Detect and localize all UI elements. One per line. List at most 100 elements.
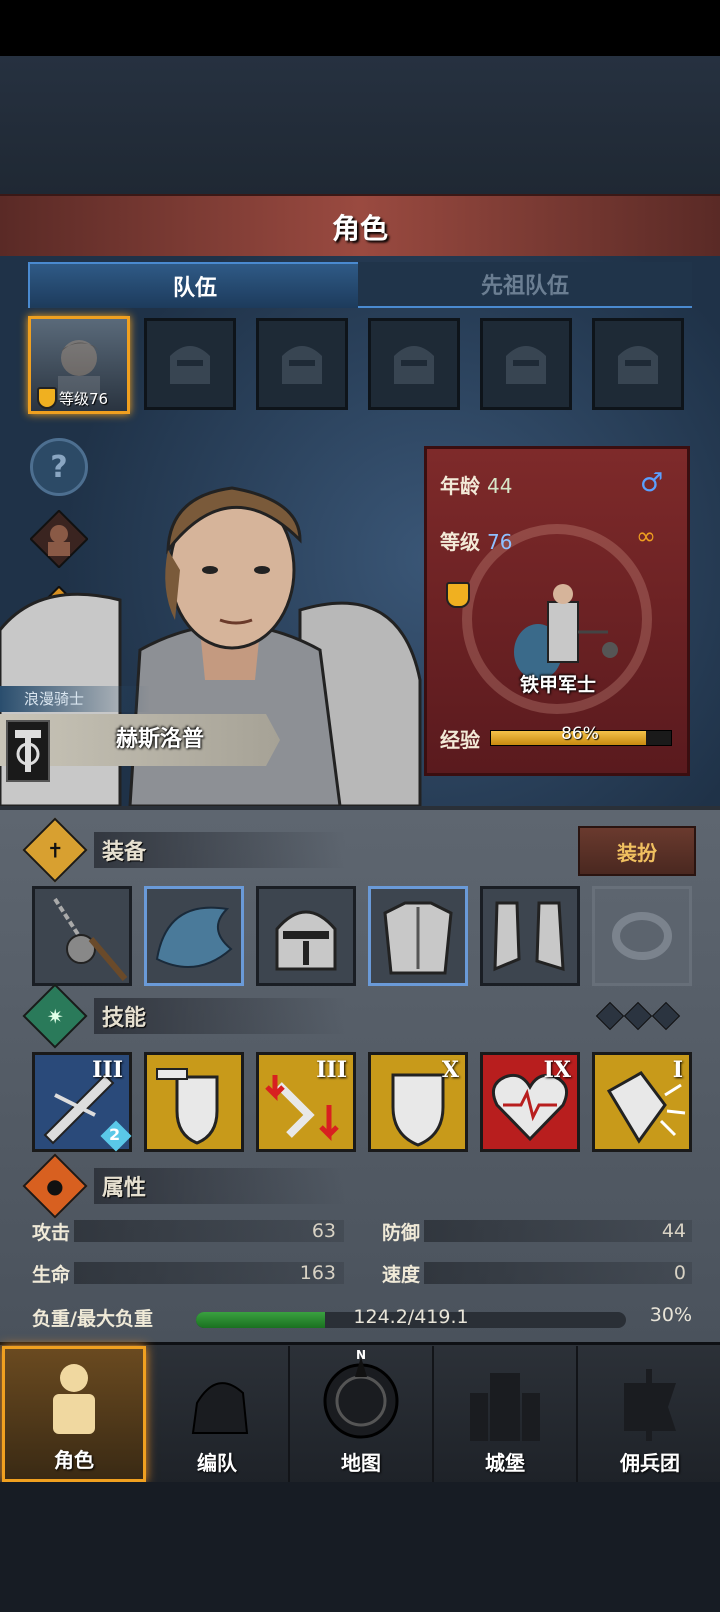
load-text: 124.2/419.1 — [353, 1306, 469, 1328]
equip-slot-plume[interactable] — [144, 886, 244, 986]
skill-5[interactable]: IX — [480, 1052, 580, 1152]
hero-level-badge: 等级76 — [37, 387, 108, 409]
skill-badge-count: 2 — [109, 1125, 121, 1144]
skills-header: ✷ 技能 — [22, 983, 692, 1049]
skill-rank: IX — [543, 1057, 571, 1083]
team-slot-empty[interactable] — [144, 318, 236, 410]
skill-rank: I — [672, 1057, 683, 1083]
nav-character[interactable]: 角色 — [2, 1346, 146, 1482]
exp-text: 86% — [561, 724, 599, 744]
knight-icon — [53, 1364, 95, 1434]
flail-icon — [53, 897, 128, 981]
defense-value: 44 — [661, 1220, 686, 1242]
equip-slot-boots[interactable] — [480, 886, 580, 986]
load-label: 负重/最大负重 — [32, 1307, 153, 1330]
male-icon: ♂ — [640, 468, 664, 498]
equip-slot-helmet[interactable] — [256, 886, 356, 986]
diamond-icon — [595, 1001, 625, 1031]
skills-title: 技能 — [94, 998, 347, 1034]
diamond-icon — [623, 1001, 653, 1031]
level-row: 等级 76 — [440, 526, 512, 555]
tab-team[interactable]: 队伍 — [28, 262, 362, 308]
ring-icon[interactable]: ∞ — [636, 522, 656, 550]
nav-formation-label: 编队 — [197, 1451, 237, 1475]
helmet-placeholder-icon — [506, 346, 546, 384]
castle-icon — [470, 1373, 540, 1441]
age-value: 44 — [486, 474, 513, 498]
level-label: 等级 — [440, 530, 480, 554]
defense-label: 防御 — [382, 1221, 421, 1244]
team-slot-empty[interactable] — [256, 318, 348, 410]
unit-name: 铁甲军士 — [519, 674, 596, 696]
nav-character-label: 角色 — [54, 1448, 94, 1472]
nav-formation[interactable]: 编队 — [146, 1346, 290, 1482]
helmet-plume-icon — [155, 906, 233, 968]
speed-row: 速度 — [382, 1258, 420, 1288]
shield-bash-icon — [156, 1068, 219, 1145]
compass-north-label: N — [356, 1348, 366, 1362]
skill-4[interactable]: X — [368, 1052, 468, 1152]
skill-slots-indicator — [595, 1001, 681, 1031]
page-title: 角色 — [0, 194, 720, 261]
bottom-blank — [0, 1482, 720, 1612]
helmet-placeholder-icon — [170, 346, 210, 384]
skill-rank: X — [441, 1057, 459, 1083]
skill-3[interactable]: III — [256, 1052, 356, 1152]
team-slot-empty[interactable] — [480, 318, 572, 410]
nav-mercenary-label: 佣兵团 — [620, 1451, 680, 1475]
nav-castle-label: 城堡 — [485, 1451, 525, 1475]
status-bar-area — [0, 0, 720, 56]
nav-mercenary[interactable]: 佣兵团 — [578, 1346, 720, 1482]
armored-head-icon — [191, 1382, 249, 1434]
boots-icon — [493, 901, 565, 972]
attributes-header: ● 属性 — [22, 1153, 692, 1219]
nav-map[interactable]: N 地图 — [290, 1346, 434, 1482]
shield-icon — [37, 387, 57, 409]
banner-icon — [624, 1369, 676, 1441]
helmet-placeholder-icon — [618, 346, 658, 384]
age-row: 年龄 44 — [440, 470, 512, 499]
team-slot-hero[interactable]: 等级76 — [28, 316, 130, 414]
load-percent: 30% — [649, 1304, 692, 1326]
helmet-placeholder-icon — [282, 346, 322, 384]
speed-label: 速度 — [382, 1263, 421, 1286]
equip-slot-weapon[interactable] — [32, 886, 132, 986]
level-value: 76 — [486, 530, 513, 554]
age-label: 年龄 — [440, 474, 480, 498]
team-slot-empty[interactable] — [368, 318, 460, 410]
compass-icon: N — [323, 1348, 399, 1439]
defense-row: 防御 — [382, 1216, 420, 1246]
skill-rank: III — [92, 1057, 123, 1083]
equip-slot-armor[interactable] — [368, 886, 468, 986]
attributes-title: 属性 — [94, 1168, 347, 1204]
attack-label: 攻击 — [32, 1221, 71, 1244]
skill-2[interactable] — [144, 1052, 244, 1152]
helmet-placeholder-icon — [394, 346, 434, 384]
ring-empty-icon — [612, 912, 672, 960]
nav-map-label: 地图 — [341, 1451, 381, 1475]
exp-label: 经验 — [440, 728, 480, 752]
background-top — [0, 56, 720, 196]
chest-armor-icon — [383, 901, 453, 975]
team-slot-empty[interactable] — [592, 318, 684, 410]
speed-value: 0 — [673, 1262, 686, 1284]
attack-row: 攻击 — [32, 1216, 70, 1246]
skill-6[interactable]: I — [592, 1052, 692, 1152]
skill-rank: III — [316, 1057, 347, 1083]
hp-row: 生命 — [32, 1258, 70, 1288]
faction-emblem-icon — [6, 720, 50, 782]
hero-level-text: 等级76 — [59, 389, 109, 408]
dress-button[interactable]: 装扮 — [578, 826, 696, 876]
diamond-icon — [651, 1001, 681, 1031]
attack-value: 63 — [311, 1220, 336, 1242]
character-name: 赫斯洛普 — [115, 727, 204, 752]
tab-ancestor[interactable]: 先祖队伍 — [358, 262, 692, 308]
equipment-title: 装备 — [94, 832, 347, 868]
skill-1[interactable]: III 2 — [32, 1052, 132, 1152]
equip-slot-ring[interactable] — [592, 886, 692, 986]
shield-icon — [446, 582, 470, 608]
load-row: 负重/最大负重 — [32, 1302, 153, 1332]
great-helm-icon — [275, 910, 337, 971]
hp-value: 163 — [299, 1262, 336, 1284]
nav-castle[interactable]: 城堡 — [434, 1346, 578, 1482]
